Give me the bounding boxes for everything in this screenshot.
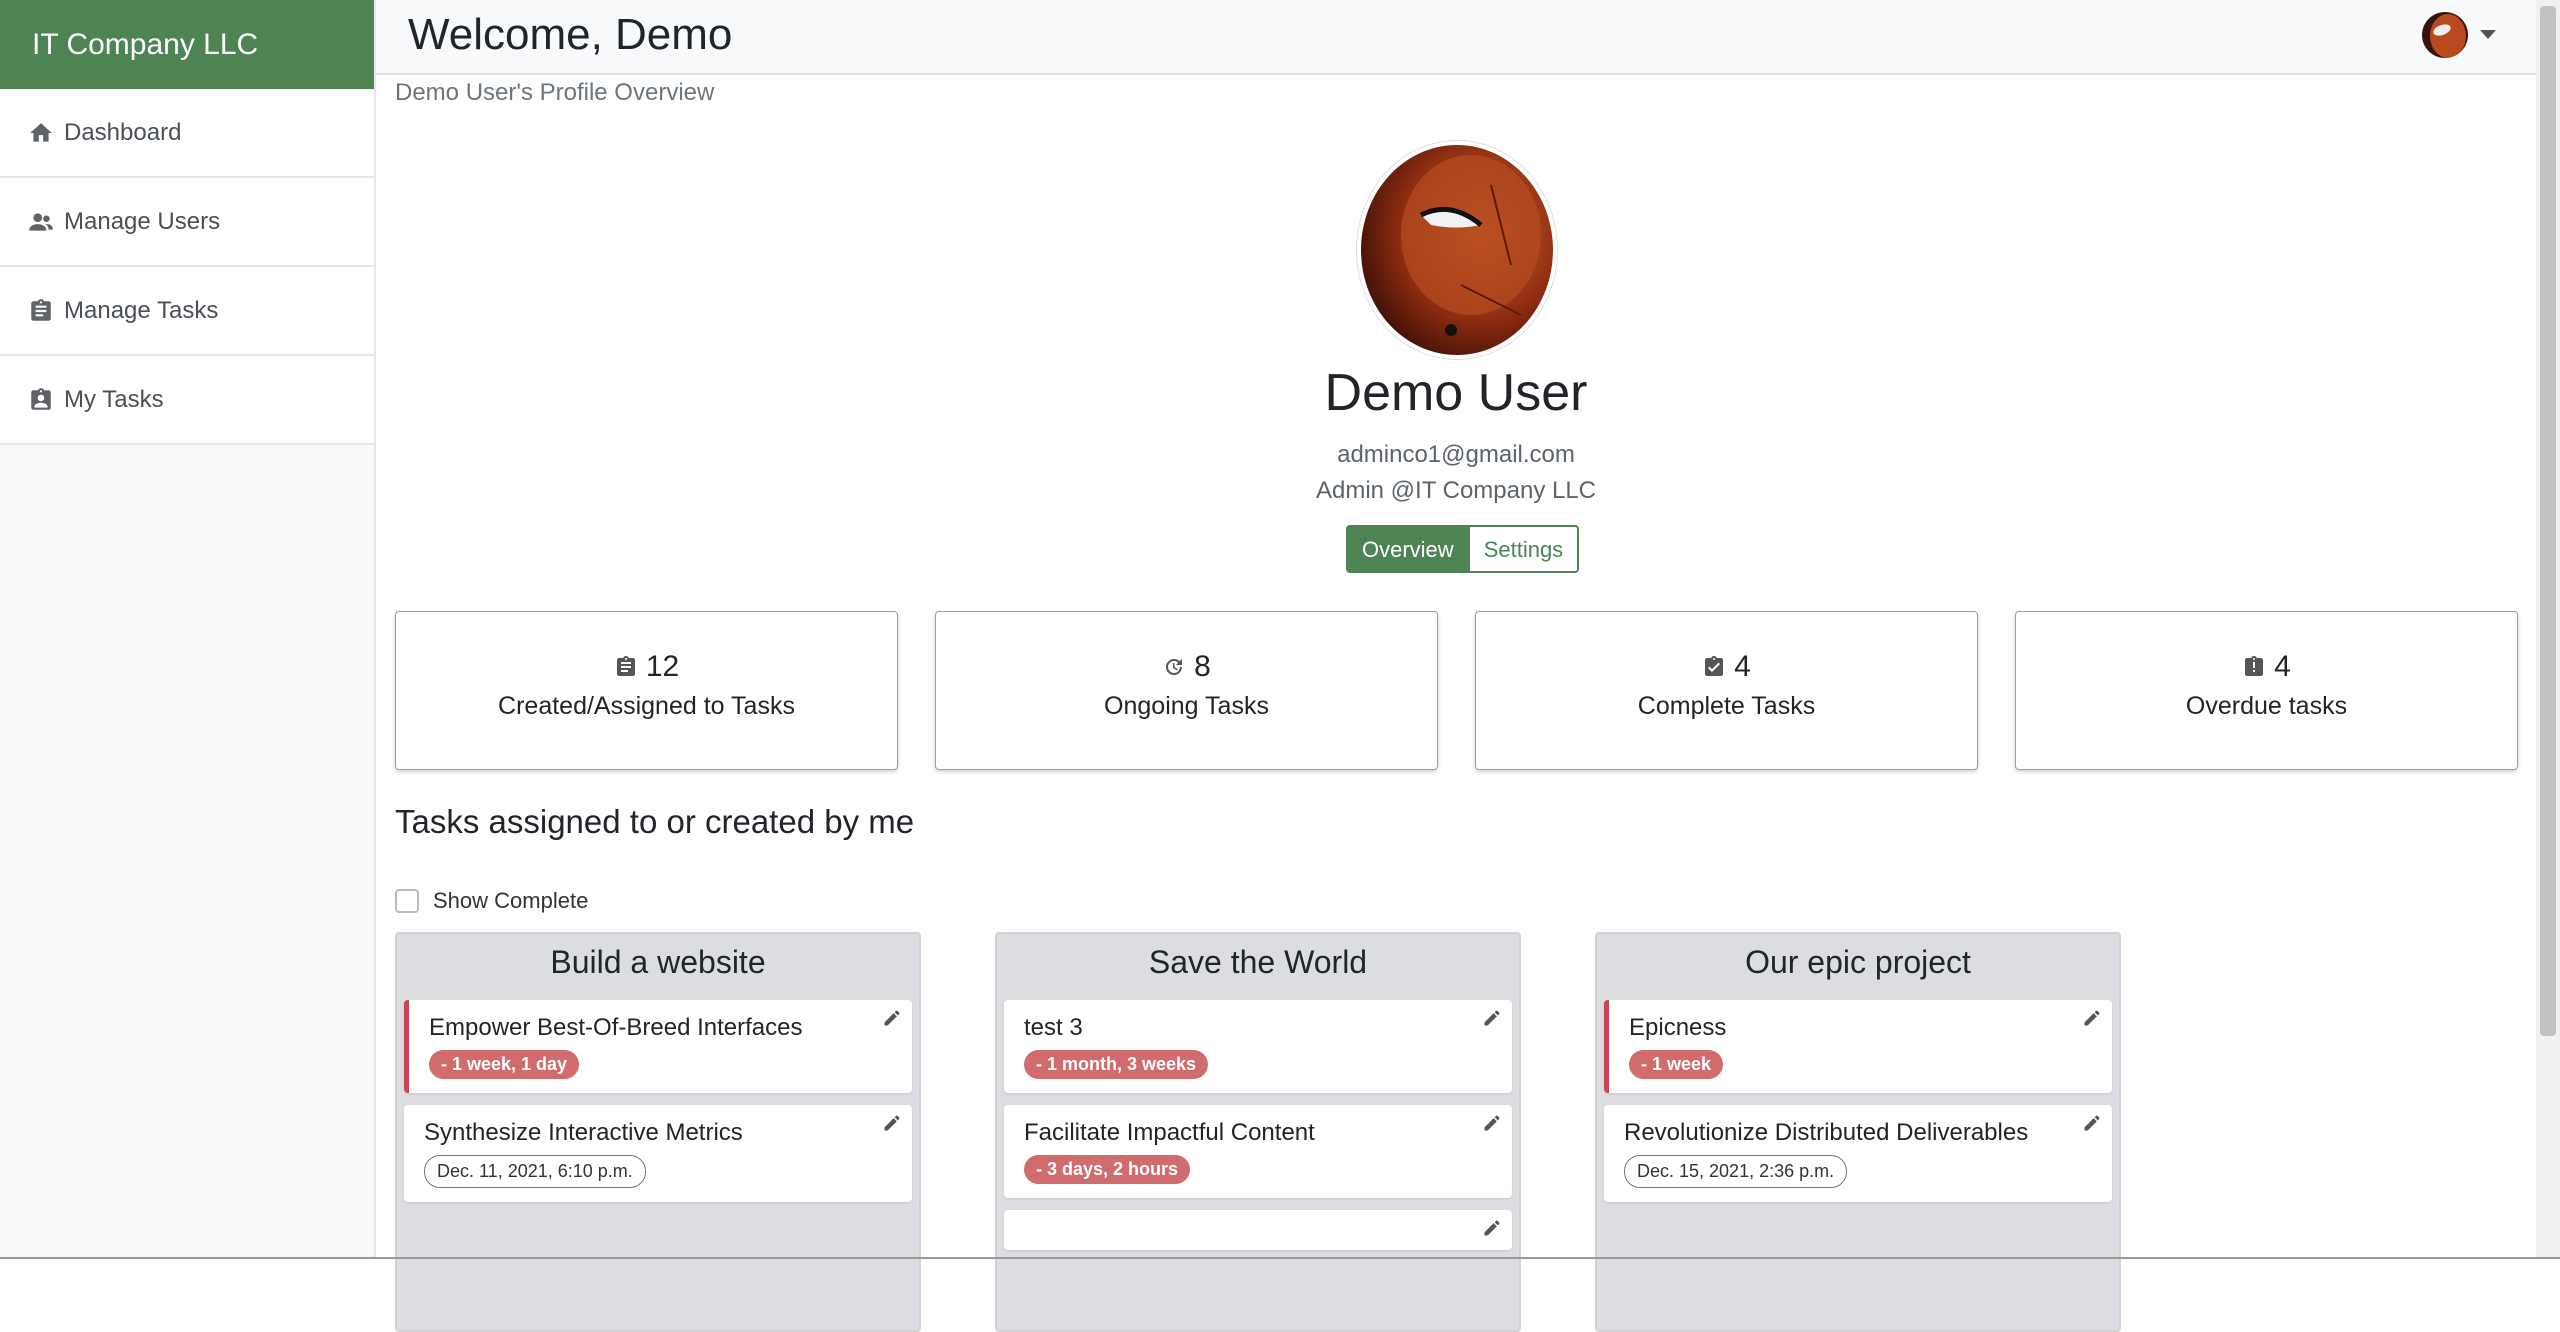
home-icon (28, 120, 54, 146)
sidebar-item-dashboard[interactable]: Dashboard (0, 89, 374, 178)
project-title: Build a website (550, 944, 766, 980)
sidebar-item-my-tasks[interactable]: My Tasks (0, 356, 374, 445)
show-complete-toggle[interactable]: Show Complete (395, 888, 588, 914)
scrollbar-thumb[interactable] (2540, 6, 2556, 1036)
overdue-badge: - 3 days, 2 hours (1024, 1155, 1191, 1184)
task-card[interactable] (1004, 1210, 1512, 1250)
sidebar: IT Company LLC Dashboard Manage Users Ma… (0, 0, 376, 1259)
profile-name: Demo User (1324, 364, 1588, 422)
overdue-badge: - 1 month, 3 weeks (1024, 1050, 1209, 1079)
profile-avatar (1357, 141, 1557, 359)
clipboard-icon (28, 298, 54, 324)
stat-label: Overdue tasks (2185, 692, 2348, 720)
sidebar-item-label: Dashboard (64, 118, 182, 146)
sidebar-item-label: Manage Tasks (64, 296, 219, 324)
clipboard-alert-icon (2245, 656, 2264, 676)
profile-role: Admin @IT Company LLC (1315, 477, 1597, 504)
task-title: test 3 (1024, 1014, 1083, 1041)
sidebar-item-label: My Tasks (64, 385, 164, 413)
edit-icon[interactable] (2082, 1113, 2102, 1133)
project-column-build-a-website: Build a website Empower Best-Of-Breed In… (395, 932, 921, 1332)
sidebar-item-manage-users[interactable]: Manage Users (0, 178, 374, 267)
clipboard-icon (616, 656, 635, 676)
project-title: Save the World (1148, 944, 1368, 980)
top-bar: Welcome, Demo (376, 0, 2536, 75)
page-title: Welcome, Demo (408, 10, 733, 59)
stat-card-overdue: 4 Overdue tasks (2015, 611, 2518, 770)
sidebar-item-label: Manage Users (64, 207, 221, 235)
task-card[interactable]: Synthesize Interactive Metrics Dec. 11, … (404, 1105, 912, 1202)
chevron-down-icon[interactable] (2480, 30, 2496, 39)
stat-value: 4 (2274, 650, 2291, 683)
overdue-badge: - 1 week (1629, 1050, 1724, 1079)
stat-value: 8 (1194, 650, 1211, 683)
edit-icon[interactable] (1482, 1113, 1502, 1133)
stat-label: Ongoing Tasks (1104, 692, 1269, 720)
stat-label: Complete Tasks (1637, 692, 1816, 720)
project-column-save-the-world: Save the World test 3 - 1 month, 3 weeks… (995, 932, 1521, 1332)
task-title: Revolutionize Distributed Deliverables (1624, 1119, 2029, 1146)
task-card[interactable]: Empower Best-Of-Breed Interfaces - 1 wee… (404, 1000, 912, 1093)
project-column-our-epic-project: Our epic project Epicness - 1 week Revol… (1595, 932, 2121, 1332)
stat-card-complete: 4 Complete Tasks (1475, 611, 1978, 770)
edit-icon[interactable] (1482, 1008, 1502, 1028)
tab-overview[interactable]: Overview (1346, 525, 1470, 573)
show-complete-checkbox[interactable] (395, 889, 419, 913)
project-title: Our epic project (1745, 944, 1971, 980)
edit-icon[interactable] (2082, 1008, 2102, 1028)
task-card[interactable]: Revolutionize Distributed Deliverables D… (1604, 1105, 2112, 1202)
avatar[interactable] (2422, 12, 2468, 58)
stat-label: Created/Assigned to Tasks (498, 692, 795, 720)
due-date-badge: Dec. 15, 2021, 2:36 p.m. (1624, 1155, 1848, 1188)
refresh-clock-icon (1166, 658, 1183, 675)
task-card[interactable]: Epicness - 1 week (1604, 1000, 2112, 1093)
breadcrumb: Demo User's Profile Overview (395, 79, 715, 106)
stat-card-created-assigned: 12 Created/Assigned to Tasks (395, 611, 898, 770)
main-content: Demo User's Profile Overview Demo User a… (376, 77, 2536, 1332)
profile-tabs: Overview Settings (1346, 525, 1580, 573)
clipboard-user-icon (28, 387, 54, 413)
task-title: Epicness (1629, 1014, 1727, 1041)
clipboard-check-icon (1705, 656, 1724, 676)
section-title: Tasks assigned to or created by me (395, 803, 915, 840)
stat-card-ongoing: 8 Ongoing Tasks (935, 611, 1438, 770)
task-card[interactable]: test 3 - 1 month, 3 weeks (1004, 1000, 1512, 1093)
overdue-badge: - 1 week, 1 day (429, 1050, 580, 1079)
due-date-badge: Dec. 11, 2021, 6:10 p.m. (424, 1155, 646, 1188)
edit-icon[interactable] (882, 1113, 902, 1133)
brand-name[interactable]: IT Company LLC (0, 0, 374, 89)
task-title: Empower Best-Of-Breed Interfaces (429, 1014, 803, 1041)
task-title: Facilitate Impactful Content (1024, 1119, 1315, 1146)
scrollbar[interactable] (2536, 0, 2560, 1259)
edit-icon[interactable] (1482, 1218, 1502, 1238)
users-icon (28, 209, 54, 235)
profile-email: adminco1@gmail.com (1337, 441, 1575, 468)
edit-icon[interactable] (882, 1008, 902, 1028)
task-title: Synthesize Interactive Metrics (424, 1119, 743, 1146)
sidebar-item-manage-tasks[interactable]: Manage Tasks (0, 267, 374, 356)
show-complete-label: Show Complete (433, 888, 589, 913)
stat-value: 4 (1734, 650, 1751, 683)
tab-settings[interactable]: Settings (1469, 525, 1580, 573)
task-card[interactable]: Facilitate Impactful Content - 3 days, 2… (1004, 1105, 1512, 1198)
stat-value: 12 (645, 650, 680, 683)
